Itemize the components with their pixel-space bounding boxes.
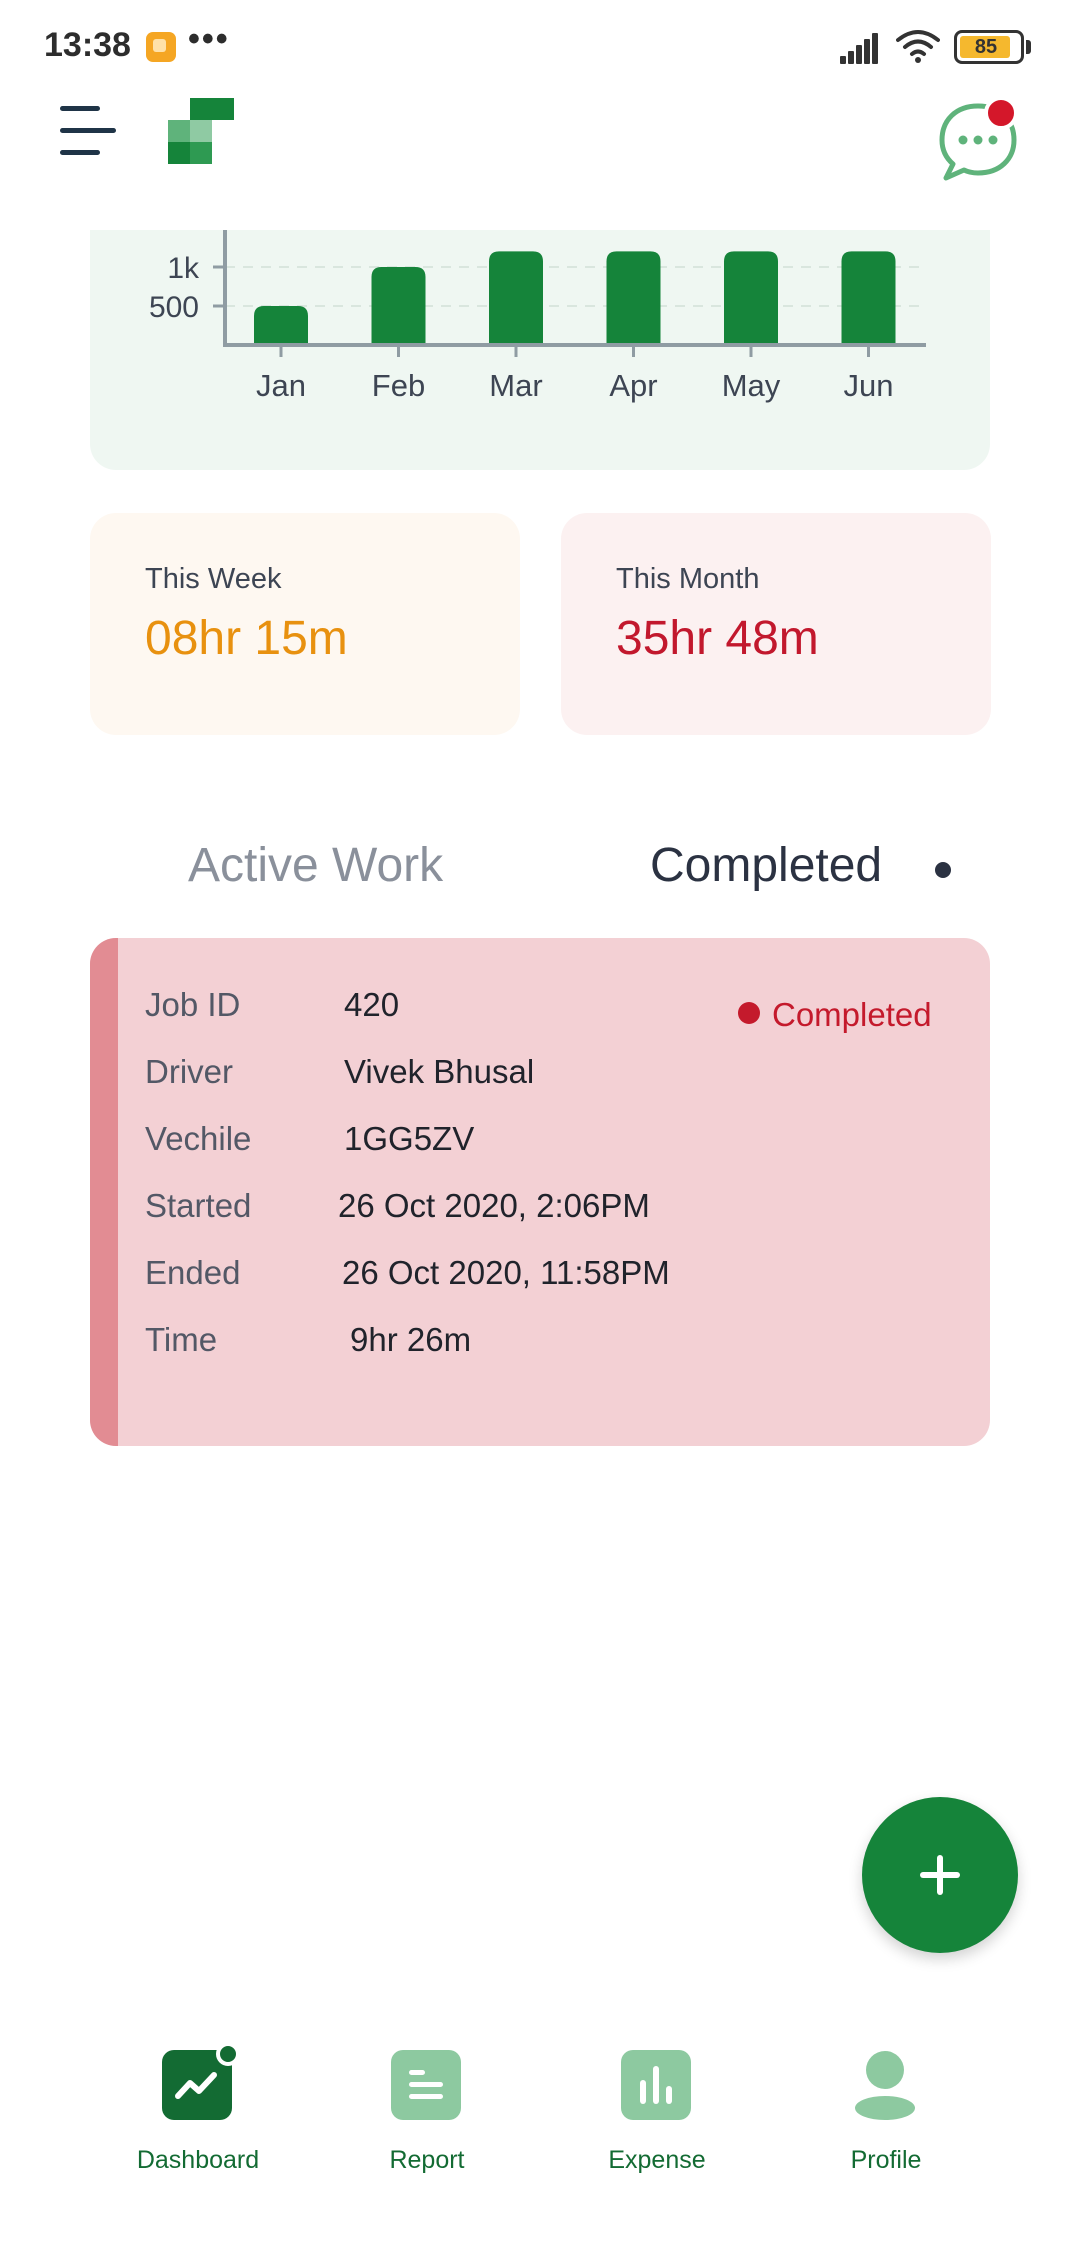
this-month-label: This Month: [616, 563, 760, 595]
job-status-text: Completed: [772, 996, 932, 1033]
this-month-card[interactable]: This Month 35hr 48m: [561, 513, 991, 735]
status-bar: 13:38 ••• 85: [0, 0, 1080, 92]
status-dot-icon: [738, 1002, 760, 1024]
more-notifications-icon: •••: [188, 20, 230, 58]
tab-completed[interactable]: Completed: [650, 838, 882, 893]
chart-bar-mar: [489, 251, 543, 345]
battery-level: 85: [974, 36, 998, 58]
profile-person-icon: [850, 2050, 920, 2120]
hamburger-menu-icon: [60, 106, 100, 111]
chart-x-tick-label: May: [722, 368, 781, 403]
chart-bar-feb: [371, 267, 426, 345]
job-status-badge: Completed: [738, 996, 932, 1034]
started-value: 26 Oct 2020, 2:06PM: [338, 1187, 650, 1224]
nav-profile[interactable]: Profile: [786, 2050, 986, 2174]
chart-x-tick-label: Jun: [844, 368, 894, 403]
job-card-stripe: [90, 938, 118, 1446]
notification-app-icon: [146, 32, 176, 62]
add-job-button[interactable]: [862, 1797, 1018, 1953]
time-value: 9hr 26m: [350, 1321, 472, 1358]
tab-active-work[interactable]: Active Work: [188, 838, 443, 893]
job-id-value: 420: [344, 986, 400, 1023]
nav-profile-label: Profile: [850, 2146, 922, 2174]
ended-label: Ended: [145, 1254, 241, 1291]
chart-x-tick-label: Mar: [489, 368, 542, 403]
notification-badge: [984, 96, 1018, 130]
wifi-icon: [896, 30, 940, 63]
this-month-value: 35hr 48m: [616, 612, 819, 665]
this-week-value: 08hr 15m: [145, 612, 348, 665]
time-label: Time: [145, 1321, 218, 1358]
job-card[interactable]: Job ID 420 Driver Vivek Bhusal Vechile 1…: [90, 938, 990, 1446]
report-icon: [391, 2050, 461, 2120]
signal-icon: [840, 30, 886, 64]
nav-dashboard[interactable]: Dashboard: [98, 2042, 298, 2174]
chart-bar-jan: [254, 306, 308, 345]
chart-bar-may: [724, 251, 778, 345]
chart-y-tick-label: 1k: [167, 252, 200, 285]
battery-icon: 85: [954, 30, 1024, 64]
bar-chart: 1k 500 Jan Feb Mar Apr May Jun: [149, 230, 926, 403]
menu-button[interactable]: [60, 104, 124, 158]
monthly-chart-card: 1k 500 Jan Feb Mar Apr May Jun: [90, 230, 990, 470]
chart-x-tick-label: Jan: [256, 368, 306, 403]
this-week-card[interactable]: This Week 08hr 15m: [90, 513, 520, 735]
chart-y-tick-label: 500: [149, 291, 199, 324]
this-week-label: This Week: [145, 563, 282, 595]
nav-report-label: Report: [389, 2146, 465, 2174]
app-logo: [168, 98, 238, 168]
dashboard-badge: [216, 2042, 240, 2066]
tab-indicator-dot: [935, 862, 951, 878]
nav-dashboard-label: Dashboard: [136, 2146, 260, 2174]
expense-bars-icon: [621, 2050, 691, 2120]
started-label: Started: [145, 1187, 252, 1224]
ended-value: 26 Oct 2020, 11:58PM: [342, 1254, 670, 1291]
chart-x-tick-label: Apr: [609, 368, 657, 403]
chart-bar-apr: [606, 251, 661, 345]
vehicle-label: Vechile: [145, 1120, 252, 1157]
driver-label: Driver: [145, 1053, 233, 1090]
driver-value: Vivek Bhusal: [344, 1053, 535, 1090]
job-id-label: Job ID: [145, 986, 241, 1023]
nav-expense[interactable]: Expense: [557, 2050, 757, 2174]
vehicle-value: 1GG5ZV: [344, 1120, 475, 1157]
chart-x-tick-label: Feb: [372, 368, 425, 403]
chart-bar-jun: [841, 251, 896, 345]
nav-report[interactable]: Report: [327, 2050, 527, 2174]
status-time: 13:38: [44, 26, 131, 64]
nav-expense-label: Expense: [608, 2146, 706, 2174]
